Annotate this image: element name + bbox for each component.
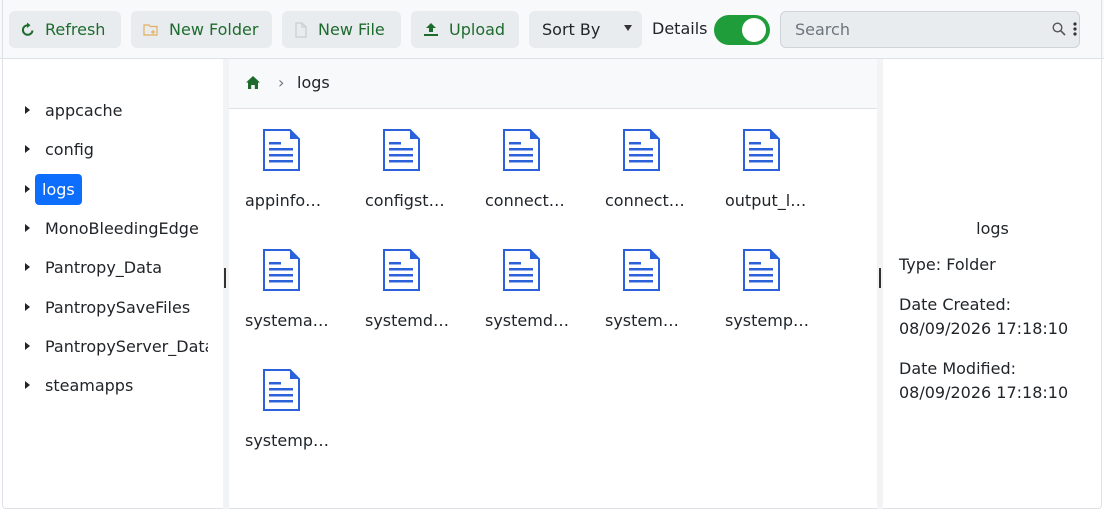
details-title: logs (976, 219, 1009, 238)
tree-item-label: config (45, 139, 94, 159)
expand-arrow-icon[interactable] (25, 263, 30, 271)
tree-item-label: logs (35, 173, 82, 205)
details-created-value: 08/09/2026 17:18:10 (899, 319, 1069, 338)
details-type: Type: Folder (899, 255, 996, 274)
document-icon (263, 129, 300, 171)
file-item[interactable]: appinfo_… (239, 129, 329, 210)
expand-arrow-icon[interactable] (25, 224, 30, 232)
expand-arrow-icon[interactable] (25, 381, 30, 389)
file-name: output_l… (725, 191, 807, 210)
document-icon (503, 129, 540, 171)
file-name: connecti… (485, 191, 569, 210)
file-name: system… (605, 311, 679, 330)
file-name: systemp… (245, 431, 329, 450)
document-icon (263, 249, 300, 291)
tree-item-label: PantropySaveFiles (45, 297, 191, 317)
resize-grip[interactable] (879, 268, 881, 288)
document-icon (623, 249, 660, 291)
tree-item-label: MonoBleedingEdge (45, 218, 199, 238)
document-icon (383, 249, 420, 291)
expand-arrow-icon[interactable] (25, 145, 30, 153)
document-icon (263, 369, 300, 411)
tree-item-label: steamapps (45, 375, 134, 395)
file-list-pane: › logs appinfo_… configst… connecti… con… (229, 59, 877, 509)
resize-grip[interactable] (224, 268, 226, 288)
file-name: systemd… (485, 311, 569, 330)
navigation-tree: appcache config logs MonoBleedingEdge Pa… (3, 59, 223, 509)
file-item[interactable]: systemd… (479, 249, 569, 330)
file-name: systemp… (725, 311, 809, 330)
file-item[interactable]: connecti… (599, 129, 689, 210)
file-item[interactable]: systemp… (719, 249, 809, 330)
file-name: systemd… (365, 311, 449, 330)
tree-item-label: Pantropy_Data (45, 257, 162, 277)
document-icon (743, 129, 780, 171)
file-item[interactable]: systemp… (239, 369, 329, 450)
breadcrumb: › logs (229, 59, 877, 109)
file-item[interactable]: configst… (359, 129, 449, 210)
document-icon (383, 129, 420, 171)
details-modified-value: 08/09/2026 17:18:10 (899, 383, 1069, 402)
file-item[interactable]: system… (599, 249, 689, 330)
tree-item-label: PantropyServer_Data (45, 336, 208, 356)
breadcrumb-separator: › (278, 73, 285, 92)
expand-arrow-icon[interactable] (25, 106, 30, 114)
tree-item-label: appcache (45, 100, 123, 120)
file-name: configst… (365, 191, 445, 210)
expand-arrow-icon[interactable] (25, 303, 30, 311)
file-item[interactable]: connecti… (479, 129, 569, 210)
expand-arrow-icon[interactable] (25, 342, 30, 350)
file-name: appinfo_… (245, 191, 329, 210)
document-icon (503, 249, 540, 291)
file-item[interactable]: systemd… (359, 249, 449, 330)
details-created-label: Date Created: (899, 295, 1012, 314)
breadcrumb-current[interactable]: logs (297, 73, 330, 92)
document-icon (623, 129, 660, 171)
file-name: connecti… (605, 191, 689, 210)
document-icon (743, 249, 780, 291)
details-panel: logs Type: Folder Date Created: 08/09/20… (883, 59, 1102, 509)
file-name: systema… (245, 311, 329, 330)
expand-arrow-icon[interactable] (25, 185, 30, 193)
file-item[interactable]: systema… (239, 249, 329, 330)
details-modified-label: Date Modified: (899, 359, 1016, 378)
home-icon[interactable] (245, 75, 261, 90)
file-item[interactable]: output_l… (719, 129, 809, 210)
